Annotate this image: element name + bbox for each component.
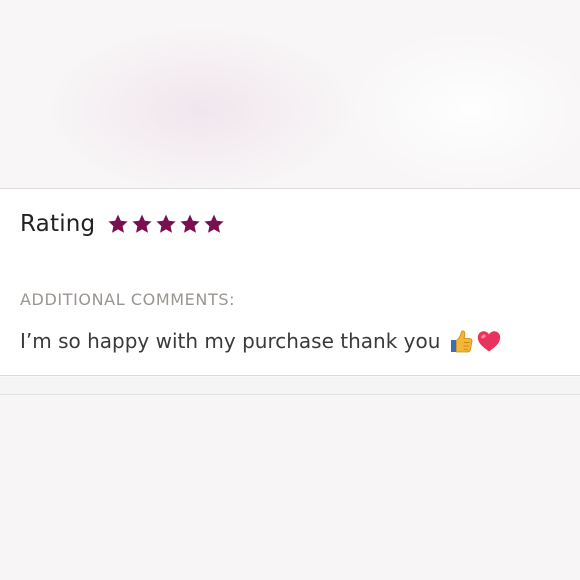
rating-row: Rating: [20, 211, 225, 237]
star-icon: [131, 213, 153, 235]
comment-body: I’m so happy with my purchase thank you: [20, 328, 502, 354]
section-divider: [0, 377, 580, 395]
comments-heading: ADDITIONAL COMMENTS:: [20, 290, 236, 309]
review-card: Rating ADDITIONAL COMMENTS: I’m so happy…: [0, 188, 580, 376]
star-rating: [107, 213, 225, 235]
rating-label: Rating: [20, 211, 96, 237]
star-icon: [107, 213, 129, 235]
comment-text: I’m so happy with my purchase thank you: [20, 329, 441, 353]
star-icon: [155, 213, 177, 235]
star-icon: [203, 213, 225, 235]
star-icon: [179, 213, 201, 235]
background-top: [0, 0, 580, 189]
background-bottom: [0, 395, 580, 580]
heart-icon: [476, 328, 502, 354]
thumbs-up-icon: [448, 328, 474, 354]
